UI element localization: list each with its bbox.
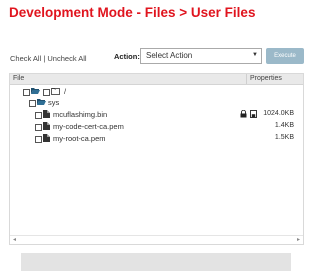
folder-open-icon[interactable] [31,87,40,97]
action-label: Action: [114,52,140,61]
file-checkbox[interactable] [35,112,42,119]
action-select[interactable]: Select Action ▼ [140,48,262,64]
check-links: Check All | Uncheck All [10,54,87,63]
file-browser: File Properties / sys mcuflashimg.bin 10… [9,73,304,245]
tree-row-file: my-root-ca.pem 1.5KB [10,134,300,144]
file-table-header: File Properties [10,74,303,85]
file-icon [43,122,50,132]
column-separator[interactable] [246,74,247,84]
save-icon [250,110,257,120]
file-icon [43,134,50,144]
file-name[interactable]: my-root-ca.pem [53,134,106,143]
check-all-link[interactable]: Check All [10,54,41,63]
execute-button[interactable]: Execute [266,48,304,64]
file-size: 1.5KB [274,134,294,141]
folder-label[interactable]: sys [48,98,59,107]
horizontal-scrollbar[interactable]: ◂ ▸ [10,235,303,244]
file-name[interactable]: my-code-cert-ca.pem [53,122,124,131]
properties-column-header: Properties [250,75,282,82]
root-checkbox-secondary[interactable] [43,89,50,96]
page-title: Development Mode - Files > User Files [9,5,256,20]
file-name[interactable]: mcuflashimg.bin [53,110,107,119]
folder-checkbox[interactable] [29,100,36,107]
tree-row-folder: sys [10,98,300,108]
root-checkbox[interactable] [23,89,30,96]
file-checkbox[interactable] [35,124,42,131]
tree-row-file: my-code-cert-ca.pem 1.4KB [10,122,300,132]
file-size: 1.4KB [274,122,294,129]
tree-row-root: / [10,87,300,97]
lock-icon [240,109,247,120]
dropdown-arrow-icon: ▼ [252,52,258,58]
file-column-header: File [13,75,25,82]
scroll-left-icon[interactable]: ◂ [13,236,16,243]
uncheck-all-link[interactable]: Uncheck All [47,54,86,63]
root-folder-label[interactable]: / [64,87,66,96]
file-size: 1024.0KB [263,110,294,117]
folder-icon [51,87,60,97]
scroll-right-icon[interactable]: ▸ [297,236,300,243]
file-checkbox[interactable] [35,136,42,143]
bottom-bar [21,253,291,271]
file-icon [43,110,50,120]
tree-row-file: mcuflashimg.bin 1024.0KB [10,109,300,120]
action-select-value: Select Action [146,51,193,60]
folder-open-icon[interactable] [37,98,46,108]
